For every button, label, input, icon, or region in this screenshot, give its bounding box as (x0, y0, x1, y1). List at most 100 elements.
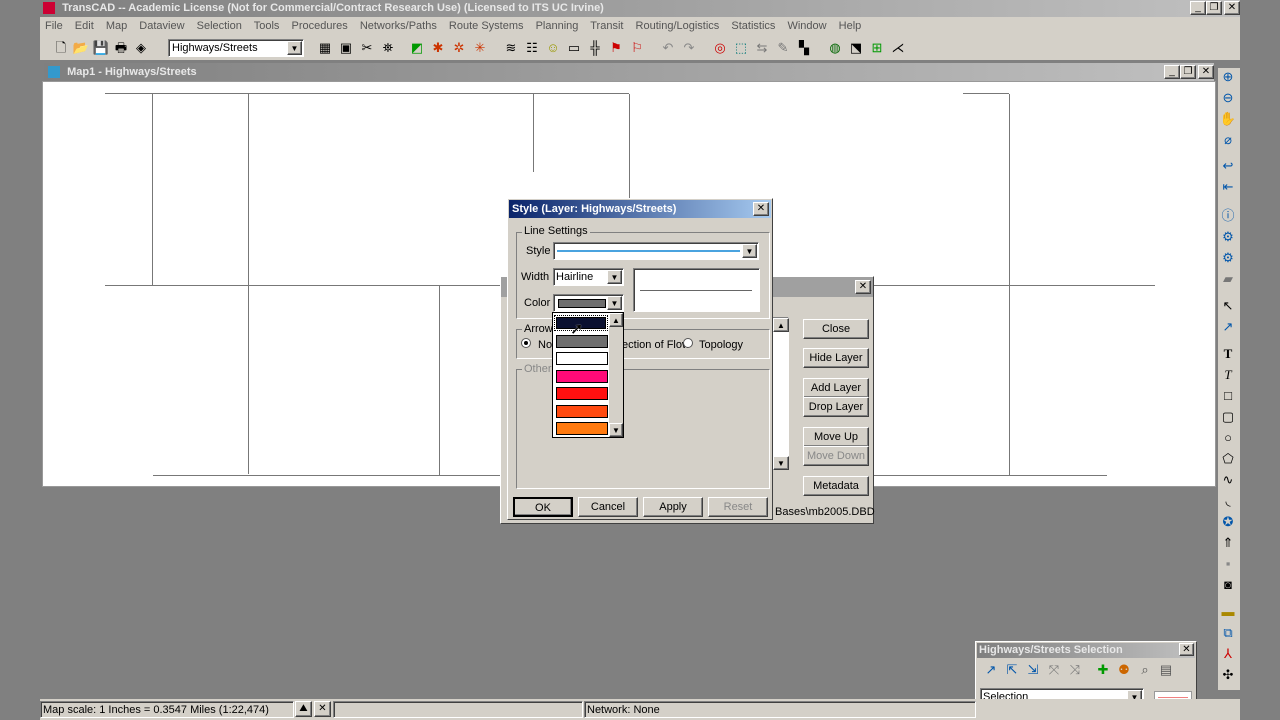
cancel-button[interactable]: Cancel (578, 497, 638, 517)
legend-tool-icon[interactable]: ⧉ (1218, 624, 1238, 642)
pan-hand-icon[interactable]: ✋ (1218, 110, 1238, 128)
toggle-selection-icon[interactable]: ⚉ (1115, 661, 1133, 679)
flag-route-icon[interactable]: ⚐ (628, 39, 646, 57)
rounded-rectangle-icon[interactable]: ▢ (1218, 408, 1238, 426)
camera-icon[interactable]: ◙ (1218, 576, 1238, 594)
network-tool-icon[interactable]: ✣ (1218, 666, 1238, 684)
color-option-6[interactable] (556, 422, 608, 435)
select-box-icon[interactable]: ⬔ (847, 39, 865, 57)
menu-window[interactable]: Window (787, 20, 826, 32)
close-icon[interactable]: ✕ (1224, 1, 1240, 15)
redo-icon[interactable]: ↷ (680, 39, 698, 57)
chevron-down-icon[interactable]: ▼ (287, 41, 302, 55)
scale-icon[interactable]: ⋌ (889, 39, 907, 57)
ok-button[interactable]: OK (513, 497, 573, 517)
width-chevron-down-icon[interactable]: ▼ (607, 270, 622, 284)
menu-dataview[interactable]: Dataview (139, 20, 184, 32)
hide-layer-button[interactable]: Hide Layer (803, 348, 869, 368)
style-select[interactable]: ▼ (553, 242, 759, 260)
color-scroll-up-icon[interactable]: ▲ (609, 313, 623, 327)
rectangle-icon[interactable]: □ (1218, 387, 1238, 405)
menu-planning[interactable]: Planning (536, 20, 579, 32)
theme-icon[interactable]: ◩ (408, 39, 426, 57)
zoom-out-icon[interactable]: ⊖ (1218, 89, 1238, 107)
ruler-icon[interactable]: ⇤ (1218, 178, 1238, 196)
select-point-icon[interactable]: ⚙ (1218, 228, 1238, 246)
star-icon[interactable]: ✪ (1218, 513, 1238, 531)
layers-scroll-down-icon[interactable]: ▼ (773, 456, 789, 470)
add-layer-button[interactable]: Add Layer (803, 378, 869, 398)
layers-close-button[interactable]: Close (803, 319, 869, 339)
color-select[interactable]: ▼ (553, 294, 624, 312)
image-icon[interactable]: ▪ (1218, 555, 1238, 573)
color-option-5[interactable] (556, 405, 608, 418)
reset-button[interactable]: Reset (708, 497, 768, 517)
select-by-line-icon[interactable]: ⤨ (1066, 661, 1084, 679)
menu-networks[interactable]: Networks/Paths (360, 20, 437, 32)
north-arrow-icon[interactable]: ⇑ (1218, 534, 1238, 552)
clear-selection-icon[interactable]: ▤ (1157, 661, 1175, 679)
previous-view-icon[interactable]: ↩ (1218, 157, 1238, 175)
edit-pointer-icon[interactable]: ↗ (1218, 318, 1238, 336)
layers-stack-icon[interactable]: ≋ (502, 39, 520, 57)
arc-icon[interactable]: ◟ (1218, 492, 1238, 510)
zoom-in-icon[interactable]: ⊕ (1218, 68, 1238, 86)
legend-icon[interactable]: ☷ (523, 39, 541, 57)
find-selection-icon[interactable]: ⌕ (1136, 661, 1154, 679)
color-list-scrollbar[interactable]: ▲ ▼ (609, 313, 623, 437)
color-option-4[interactable] (556, 387, 608, 400)
select-by-shape-icon[interactable]: ⤧ (1045, 661, 1063, 679)
new-file-icon[interactable]: 🗋 (52, 39, 70, 57)
globe-tool-icon[interactable]: ⌀ (1218, 131, 1238, 149)
menu-tools[interactable]: Tools (254, 20, 280, 32)
dataview-icon[interactable]: ▦ (316, 39, 334, 57)
arrow-topology-radio[interactable] (683, 338, 693, 348)
label-icon[interactable]: ☺ (544, 39, 562, 57)
apply-button[interactable]: Apply (643, 497, 703, 517)
target-icon[interactable]: ◎ (711, 39, 729, 57)
layers-close-icon[interactable]: ✕ (855, 280, 871, 294)
menu-help[interactable]: Help (839, 20, 862, 32)
add-icon[interactable]: ⊞ (868, 39, 886, 57)
tools-icon[interactable]: ✂ (358, 39, 376, 57)
width-select[interactable]: Hairline ▼ (553, 268, 624, 286)
selection-close-icon[interactable]: ✕ (1179, 643, 1194, 656)
select-by-polygon-icon[interactable]: ⇲ (1024, 661, 1042, 679)
text-box-icon[interactable]: ▭ (565, 39, 583, 57)
undo-icon[interactable]: ↶ (659, 39, 677, 57)
map-minimize-icon[interactable]: _ (1164, 65, 1180, 79)
metadata-button[interactable]: Metadata (803, 476, 869, 496)
menu-file[interactable]: File (45, 20, 63, 32)
save-icon[interactable]: 💾 (92, 39, 110, 57)
grid-icon[interactable]: ▚ (795, 39, 813, 57)
move-up-button[interactable]: Move Up (803, 427, 869, 447)
route-icon[interactable]: ⅄ (1218, 645, 1238, 663)
color-dropdown-list[interactable]: ▲ ▼ (552, 312, 624, 438)
select-by-pointing-icon[interactable]: ↗ (982, 661, 1000, 679)
select-by-circle-icon[interactable]: ⇱ (1003, 661, 1021, 679)
freehand-icon[interactable]: ∿ (1218, 471, 1238, 489)
color-scroll-down-icon[interactable]: ▼ (609, 423, 623, 437)
style-chevron-down-icon[interactable]: ▼ (742, 244, 757, 258)
dot-density-icon[interactable]: ✲ (450, 39, 468, 57)
flag-icon[interactable]: ⚑ (607, 39, 625, 57)
pattern-icon[interactable]: ✱ (429, 39, 447, 57)
open-folder-icon[interactable]: 📂 (72, 39, 90, 57)
drop-layer-button[interactable]: Drop Layer (803, 397, 869, 417)
print-icon[interactable]: 🖶 (112, 39, 130, 57)
info-icon[interactable]: ⓘ (1218, 207, 1238, 225)
color-chevron-down-icon[interactable]: ▼ (607, 296, 622, 310)
scale-toggle-icon[interactable]: ⛰ (295, 701, 312, 717)
binoculars-icon[interactable]: ⛯ (379, 39, 397, 57)
layer-select[interactable]: Highways/Streets ▼ (168, 39, 304, 57)
menu-map[interactable]: Map (106, 20, 127, 32)
pointer-icon[interactable]: ↖ (1218, 297, 1238, 315)
restore-icon[interactable]: ❐ (1206, 1, 1222, 15)
zoom-frame-icon[interactable]: ⬚ (732, 39, 750, 57)
edit-layer-icon[interactable]: ▰ (1218, 270, 1238, 288)
color-option-3[interactable] (556, 370, 608, 383)
color-option-2[interactable] (556, 352, 608, 365)
curved-text-icon[interactable]: T (1218, 366, 1238, 384)
menu-edit[interactable]: Edit (75, 20, 94, 32)
scaled-symbol-icon[interactable]: ✳ (471, 39, 489, 57)
